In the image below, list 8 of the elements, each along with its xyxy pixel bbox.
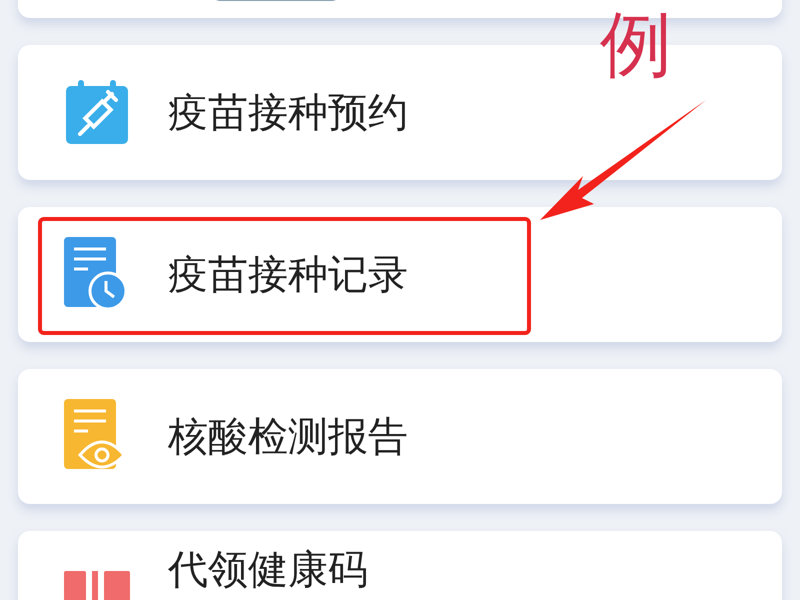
menu-label: 疫苗接种预约 <box>168 90 408 136</box>
menu-card[interactable]: 核酸检测报告 <box>18 369 782 504</box>
syringe-calendar-icon <box>64 80 130 146</box>
menu-label: 疫苗接种记录 <box>168 252 408 298</box>
menu-card[interactable]: 代领健康码 <box>18 531 782 600</box>
menu-label: 核酸检测报告 <box>168 414 408 460</box>
menu-label: 代领健康码 <box>168 547 368 593</box>
menu-card[interactable]: 疫苗接种记录 <box>18 207 782 342</box>
